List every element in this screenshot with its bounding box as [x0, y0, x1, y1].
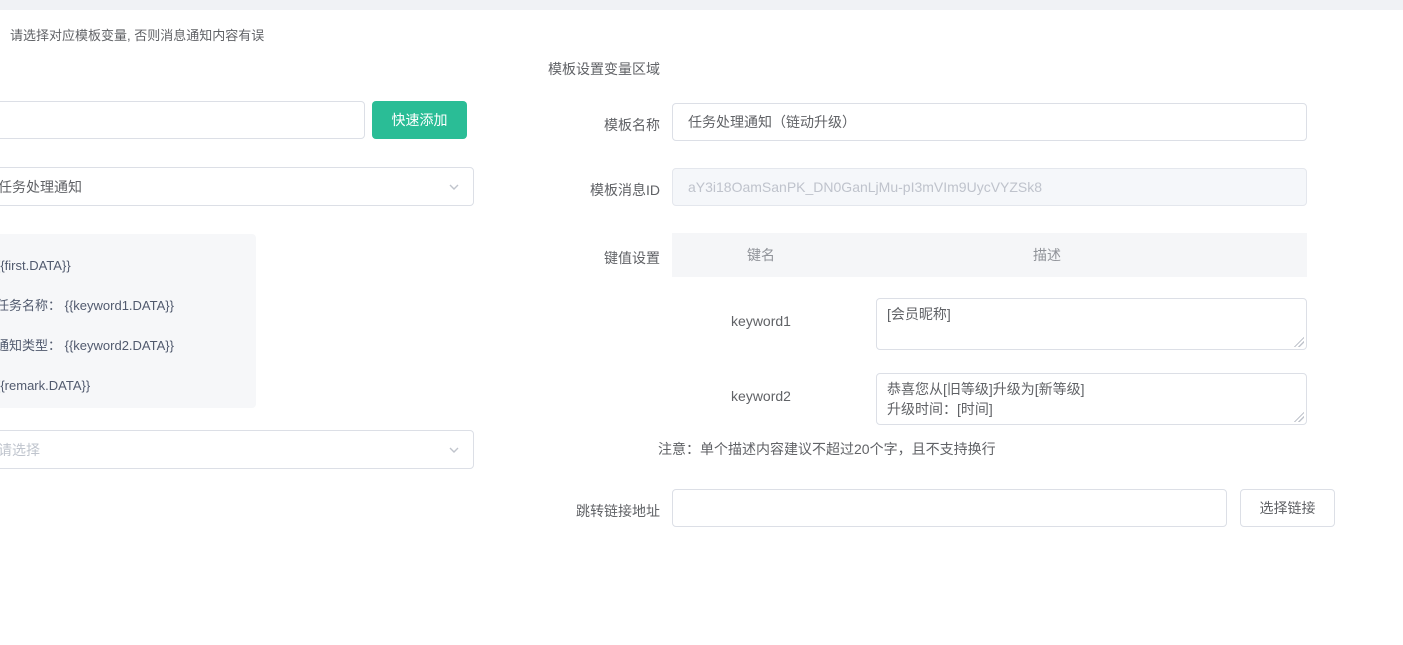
kv-row-desc-wrap: [会员昵称] [876, 298, 1307, 350]
chevron-down-icon [447, 180, 461, 194]
kv-row-desc-wrap: 恭喜您从[旧等级]升级为[新等级] 升级时间：[时间] [876, 373, 1307, 425]
kv-settings-label: 键值设置 [500, 248, 660, 268]
template-preview-box: {{first.DATA}} 任务名称： {{keyword1.DATA}} 通… [0, 234, 256, 408]
template-variable-warning: 请选择对应模板变量, 否则消息通知内容有误 [10, 25, 264, 44]
section-title: 模板设置变量区域 [548, 59, 660, 79]
kv-row-key-keyword1: keyword1 [672, 313, 850, 329]
secondary-select[interactable]: 请选择 [0, 430, 474, 469]
kv-col-desc-header: 描述 [912, 233, 1182, 277]
jump-link-label: 跳转链接地址 [500, 501, 660, 521]
template-name-input[interactable] [672, 103, 1307, 141]
kv-col-key-header: 键名 [672, 233, 850, 277]
template-id-input [672, 168, 1307, 206]
select-link-button[interactable]: 选择链接 [1240, 489, 1335, 527]
top-bar [0, 0, 1403, 10]
keyword2-desc-textarea[interactable]: 恭喜您从[旧等级]升级为[新等级] 升级时间：[时间] [876, 373, 1307, 425]
preview-line-first: {{first.DATA}} [0, 246, 246, 286]
kv-row-key-keyword2: keyword2 [672, 388, 850, 404]
kv-note: 注意：单个描述内容建议不超过20个字，且不支持换行 [658, 439, 996, 459]
chevron-down-icon [447, 443, 461, 457]
template-id-label: 模板消息ID [500, 180, 660, 200]
keyword1-desc-textarea[interactable]: [会员昵称] [876, 298, 1307, 350]
preview-line-keyword1: 任务名称： {{keyword1.DATA}} [0, 286, 246, 326]
quick-add-input[interactable] [0, 101, 365, 139]
preview-line-keyword2: 通知类型： {{keyword2.DATA}} [0, 326, 246, 366]
template-select-value: 任务处理通知 [0, 177, 447, 197]
template-select[interactable]: 任务处理通知 [0, 167, 474, 206]
jump-link-input[interactable] [672, 489, 1227, 527]
template-name-label: 模板名称 [500, 115, 660, 135]
quick-add-button[interactable]: 快速添加 [372, 101, 467, 139]
secondary-select-placeholder: 请选择 [0, 440, 447, 460]
preview-line-remark: {{remark.DATA}} [0, 366, 246, 406]
kv-table-header: 键名 描述 [672, 233, 1307, 277]
